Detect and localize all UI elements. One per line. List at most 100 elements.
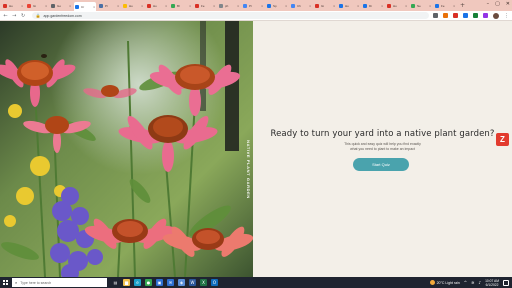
tab-title: Di	[369, 3, 372, 8]
outlook-icon[interactable]: O	[211, 279, 218, 286]
windows-start-button[interactable]	[0, 277, 11, 288]
extension-icon[interactable]	[483, 13, 488, 18]
subtext-line-2: what you need to plant to make an impact	[350, 147, 415, 151]
tab-close-icon[interactable]: ×	[69, 4, 71, 8]
tab-close-icon[interactable]: ×	[453, 4, 455, 8]
store-icon[interactable]: ▣	[156, 279, 163, 286]
tab-title: Gi	[321, 3, 324, 8]
tab-title: Ho	[393, 3, 397, 8]
file-explorer-icon[interactable]: ▆	[123, 279, 130, 286]
browser-menu-icon[interactable]: ⋮	[504, 13, 509, 19]
tab-close-icon[interactable]: ×	[405, 4, 407, 8]
tab-title: Fe	[441, 3, 445, 8]
browser-tab[interactable]: Gi ×	[314, 2, 336, 10]
tab-favicon-icon	[147, 3, 151, 8]
tab-close-icon[interactable]: ×	[429, 4, 431, 8]
tab-close-icon[interactable]: ×	[117, 4, 119, 8]
tab-favicon-icon	[267, 3, 271, 8]
search-placeholder: Type here to search	[20, 280, 52, 285]
excel-icon[interactable]: X	[200, 279, 207, 286]
tab-close-icon[interactable]: ×	[309, 4, 311, 8]
tab-favicon-icon	[3, 3, 7, 8]
start-quiz-button[interactable]: Start Quiz	[353, 158, 409, 171]
chrome-icon[interactable]: ●	[145, 279, 152, 286]
reload-button[interactable]: ↻	[21, 13, 26, 19]
extension-icon[interactable]	[453, 13, 458, 18]
tab-close-icon[interactable]: ×	[213, 4, 215, 8]
task-view-icon[interactable]: ▤	[112, 279, 119, 286]
tab-favicon-icon	[171, 3, 175, 8]
notifications-icon[interactable]	[503, 279, 509, 286]
taskbar-clock[interactable]: 10:07 AM 6/1/2022	[485, 279, 499, 287]
browser-tab[interactable]: ph ×	[218, 2, 240, 10]
wifi-icon[interactable]: ≋	[471, 280, 474, 285]
minimize-button[interactable]: –	[487, 1, 490, 7]
browser-tab[interactable]: Fe ×	[434, 2, 456, 10]
tab-title: Ne	[417, 3, 421, 8]
weather-text: 20°C Light rain	[436, 280, 460, 285]
browser-tab[interactable]: Go ×	[50, 2, 72, 10]
mail-icon[interactable]: ✉	[167, 279, 174, 286]
tab-close-icon[interactable]: ×	[333, 4, 335, 8]
tab-close-icon[interactable]: ×	[93, 5, 95, 9]
edge-icon[interactable]: e	[134, 279, 141, 286]
tab-close-icon[interactable]: ×	[165, 4, 167, 8]
tab-close-icon[interactable]: ×	[261, 4, 263, 8]
url-text[interactable]: app.gardenfreedom.com	[44, 14, 82, 18]
tab-close-icon[interactable]: ×	[141, 4, 143, 8]
weather-widget[interactable]: 20°C Light rain	[429, 280, 460, 285]
page-subtext: This quick and easy quiz will help you f…	[253, 142, 512, 152]
browser-tab[interactable]: Fe ×	[194, 2, 216, 10]
close-window-button[interactable]: ✕	[506, 1, 510, 7]
extensions-area: ⋮	[433, 12, 509, 19]
flower-illustration	[0, 21, 253, 277]
word-icon[interactable]: W	[189, 279, 196, 286]
extension-icons	[433, 13, 488, 18]
browser-tab[interactable]: Gi ×	[26, 2, 48, 10]
extension-icon[interactable]	[463, 13, 468, 18]
tab-close-icon[interactable]: ×	[357, 4, 359, 8]
back-button[interactable]: ←	[3, 13, 8, 19]
tab-close-icon[interactable]: ×	[45, 4, 47, 8]
forward-button[interactable]: →	[12, 13, 17, 19]
browser-tab[interactable]: Ho ×	[122, 2, 144, 10]
tab-favicon-icon	[243, 3, 247, 8]
browser-tab[interactable]: Pr ×	[242, 2, 264, 10]
browser-tab[interactable]: Cr ×	[74, 2, 96, 11]
browser-tab[interactable]: Pr ×	[98, 2, 120, 10]
extension-icon[interactable]	[433, 13, 438, 18]
browser-tab[interactable]: Ch ×	[290, 2, 312, 10]
chevron-up-icon[interactable]: ^	[464, 280, 467, 285]
tab-close-icon[interactable]: ×	[237, 4, 239, 8]
browser-toolbar: ← → ↻ 🔒 app.gardenfreedom.com ⋮	[0, 11, 512, 21]
browser-tab[interactable]: Di ×	[362, 2, 384, 10]
tab-title: Ch	[297, 3, 301, 8]
tab-title: Go	[57, 3, 62, 8]
photo-logo: NATIVE PLANT GARDEN	[245, 139, 251, 199]
extension-icon[interactable]	[473, 13, 478, 18]
tab-close-icon[interactable]: ×	[21, 4, 23, 8]
zotero-connector-icon[interactable]: Z	[496, 133, 509, 146]
browser-tab[interactable]: Bl ×	[170, 2, 192, 10]
browser-tab[interactable]: Ho ×	[2, 2, 24, 10]
quiz-intro-panel: Ready to turn your yard into a native pl…	[253, 21, 512, 277]
tab-close-icon[interactable]: ×	[189, 4, 191, 8]
photos-icon[interactable]: ◈	[178, 279, 185, 286]
browser-tab[interactable]: Ho ×	[386, 2, 408, 10]
browser-tab[interactable]: Ho ×	[338, 2, 360, 10]
taskbar-search[interactable]: ⌕ Type here to search	[12, 278, 107, 287]
volume-icon[interactable]: ♪	[479, 280, 482, 285]
browser-tab[interactable]: Ho ×	[146, 2, 168, 10]
tab-favicon-icon	[291, 3, 295, 8]
new-tab-button[interactable]: +	[460, 2, 465, 9]
tab-close-icon[interactable]: ×	[381, 4, 383, 8]
tab-favicon-icon	[387, 3, 391, 8]
tab-title: Cr	[81, 4, 85, 9]
address-bar[interactable]: 🔒 app.gardenfreedom.com	[31, 12, 429, 19]
browser-tab[interactable]: Ne ×	[410, 2, 432, 10]
profile-avatar[interactable]	[493, 12, 499, 19]
extension-icon[interactable]	[443, 13, 448, 18]
tab-close-icon[interactable]: ×	[285, 4, 287, 8]
browser-tab[interactable]: Sp ×	[266, 2, 288, 10]
maximize-button[interactable]: ▢	[495, 1, 500, 7]
